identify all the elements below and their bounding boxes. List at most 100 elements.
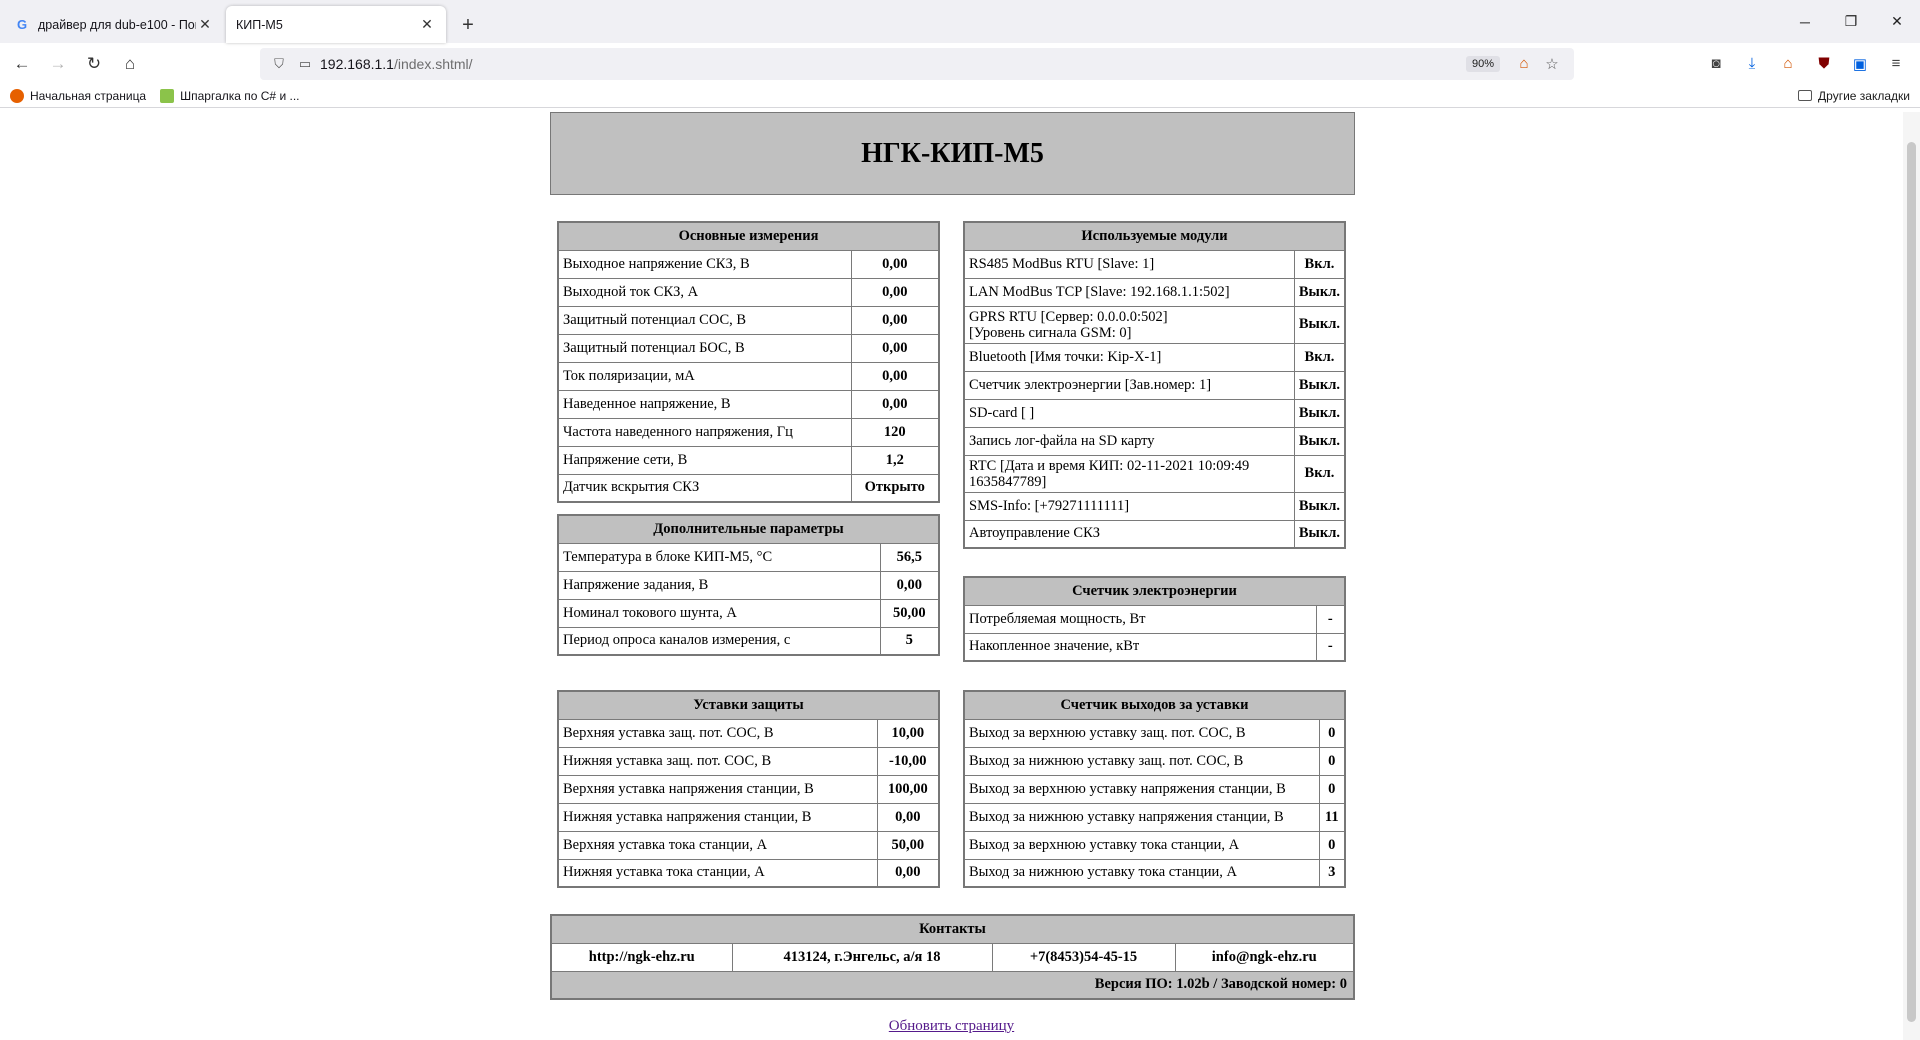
menu-icon[interactable]: ≡	[1878, 48, 1914, 80]
close-tab-icon[interactable]: ✕	[196, 16, 214, 33]
row-value: -	[1315, 632, 1346, 662]
row-label: Ток поляризации, мА	[557, 361, 852, 391]
table-row: Автоуправление СКЗ Выкл.	[963, 519, 1346, 549]
row-value: -	[1315, 604, 1346, 634]
bookmark-csharp[interactable]: Шпаргалка по C# и ...	[160, 88, 299, 103]
row-value: 0,00	[876, 802, 940, 832]
other-bookmarks[interactable]: Другие закладки	[1798, 89, 1910, 103]
download-icon[interactable]: ⤓	[1734, 48, 1770, 80]
row-label-line1: RTC [Дата и время КИП: 02-11-2021 10:09:…	[969, 457, 1250, 474]
extension-icon[interactable]: ⌂	[1510, 55, 1538, 72]
home-icon[interactable]: ⌂	[114, 48, 146, 80]
row-label: Выход за верхнюю уставку напряжения стан…	[963, 774, 1320, 804]
row-label: Выход за нижнюю уставку защ. пот. СОС, В	[963, 746, 1320, 776]
bookmark-start-page[interactable]: Начальная страница	[10, 88, 146, 103]
row-label: Верхняя уставка напряжения станции, В	[557, 774, 878, 804]
forward-icon[interactable]: →	[42, 48, 74, 80]
row-value: 50,00	[879, 598, 940, 628]
exits-counter-table: Счетчик выходов за уставки Выход за верх…	[963, 690, 1346, 888]
window-controls: ─ ❐ ✕	[1782, 0, 1920, 43]
row-label: GPRS RTU [Сервер: 0.0.0.0:502] [Уровень с…	[963, 305, 1295, 344]
pocket-icon[interactable]: ◙	[1698, 48, 1734, 80]
row-value: Вкл.	[1293, 249, 1346, 279]
row-value: 0	[1318, 746, 1346, 776]
row-label-line1: GPRS RTU [Сервер: 0.0.0.0:502]	[969, 308, 1168, 325]
row-label: Потребляемая мощность, Вт	[963, 604, 1317, 634]
contact-phone: +7(8453)54-45-15	[991, 942, 1176, 972]
table-row: Выход за нижнюю уставку тока станции, А3	[963, 858, 1346, 888]
row-value: 0	[1318, 774, 1346, 804]
scrollbar-thumb[interactable]	[1907, 142, 1916, 1022]
table-row: Выход за нижнюю уставку напряжения станц…	[963, 802, 1346, 832]
row-value: Выкл.	[1293, 370, 1346, 400]
table-header: Контакты	[550, 914, 1355, 944]
row-value: 5	[879, 626, 940, 656]
protection-settings-table: Уставки защиты Верхняя уставка защ. пот.…	[557, 690, 940, 888]
page-info-icon[interactable]: ▭	[294, 56, 316, 72]
ublock-icon[interactable]: ⛊	[1806, 48, 1842, 80]
row-label: Автоуправление СКЗ	[963, 519, 1295, 549]
row-label-line2: 1635847789]	[969, 473, 1047, 490]
row-label: Защитный потенциал СОС, В	[557, 305, 852, 335]
row-value: 0,00	[876, 858, 940, 888]
new-tab-button[interactable]: +	[454, 11, 482, 39]
firefox-icon	[10, 88, 24, 103]
row-value: Выкл.	[1293, 277, 1346, 307]
refresh-link[interactable]: Обновить страницу	[889, 1018, 1014, 1034]
tab-kip[interactable]: КИП-М5 ✕	[226, 6, 446, 43]
table-row: Напряжение задания, В 0,00	[557, 570, 940, 600]
row-label: Номинал токового шунта, А	[557, 598, 881, 628]
table-row: Верхняя уставка тока станции, А 50,00	[557, 830, 940, 860]
table-row: Bluetooth [Имя точки: Kip-X-1] Вкл.	[963, 342, 1346, 372]
row-value: 120	[850, 417, 940, 447]
page-content: НГК-КИП-М5 Основные измерения Выходное н…	[0, 112, 1920, 1040]
table-row: Напряжение сети, В 1,2	[557, 445, 940, 475]
tab-title: КИП-М5	[236, 17, 283, 32]
vertical-scrollbar[interactable]	[1903, 112, 1920, 1040]
page-title: НГК-КИП-М5	[861, 137, 1044, 169]
row-value: 0,00	[850, 305, 940, 335]
address-bar[interactable]: ⛉ ▭ 192.168.1.1/index.shtml/ 90% ⌂ ☆	[260, 47, 1574, 80]
bookmark-star-icon[interactable]: ☆	[1538, 55, 1566, 73]
table-row: Выход за верхнюю уставку защ. пот. СОС, …	[963, 718, 1346, 748]
row-value: 3	[1318, 858, 1346, 888]
row-label: Выход за верхнюю уставку защ. пот. СОС, …	[963, 718, 1320, 748]
bookmarks-bar: Начальная страница Шпаргалка по C# и ...…	[0, 84, 1920, 108]
tab-strip: G драйвер для dub-e100 - Поиск ✕ КИП-М5 …	[0, 0, 1920, 43]
row-value: 10,00	[876, 718, 940, 748]
close-tab-icon[interactable]: ✕	[418, 16, 436, 33]
back-icon[interactable]: ←	[6, 48, 38, 80]
table-row: Нижняя уставка тока станции, А 0,00	[557, 858, 940, 888]
reload-icon[interactable]: ↻	[78, 48, 110, 80]
zoom-level[interactable]: 90%	[1465, 55, 1500, 72]
table-row: Выход за верхнюю уставку тока станции, А…	[963, 830, 1346, 860]
restore-icon[interactable]: ❐	[1828, 0, 1874, 43]
table-row: Наведенное напряжение, В 0,00	[557, 389, 940, 419]
contact-email: info@ngk-ehz.ru	[1174, 942, 1355, 972]
table-row: SD-card [ ] Выкл.	[963, 398, 1346, 428]
table-row: Потребляемая мощность, Вт -	[963, 604, 1346, 634]
row-label: Выход за верхнюю уставку тока станции, А	[963, 830, 1320, 860]
save-icon[interactable]: ▣	[1842, 48, 1878, 80]
table-row: Датчик вскрытия СКЗ Открыто	[557, 473, 940, 503]
table-row: Запись лог-файла на SD карту Выкл.	[963, 426, 1346, 456]
shield-icon[interactable]: ⛉	[268, 56, 290, 72]
modules-table: Используемые модули RS485 ModBus RTU [Sl…	[963, 221, 1346, 549]
row-value: 11	[1318, 802, 1346, 832]
table-row: Выход за верхнюю уставку напряжения стан…	[963, 774, 1346, 804]
refresh-container: Обновить страницу	[0, 1018, 1903, 1035]
table-row: Частота наведенного напряжения, Гц 120	[557, 417, 940, 447]
minimize-icon[interactable]: ─	[1782, 0, 1828, 43]
contacts-table: Контакты http://ngk-ehz.ru 413124, г.Энг…	[550, 914, 1355, 1000]
close-window-icon[interactable]: ✕	[1874, 0, 1920, 43]
bookmark-favicon-icon	[160, 88, 175, 103]
home-extension-icon[interactable]: ⌂	[1770, 48, 1806, 80]
row-label: Напряжение задания, В	[557, 570, 881, 600]
tab-search[interactable]: G драйвер для dub-e100 - Поиск ✕	[4, 6, 224, 43]
row-value: 0,00	[879, 570, 940, 600]
navigation-bar: ← → ↻ ⌂ ⛉ ▭ 192.168.1.1/index.shtml/ 90%…	[0, 43, 1920, 84]
row-value: 50,00	[876, 830, 940, 860]
row-label: Выходной ток СКЗ, А	[557, 277, 852, 307]
row-value: 0,00	[850, 249, 940, 279]
row-label: Напряжение сети, В	[557, 445, 852, 475]
